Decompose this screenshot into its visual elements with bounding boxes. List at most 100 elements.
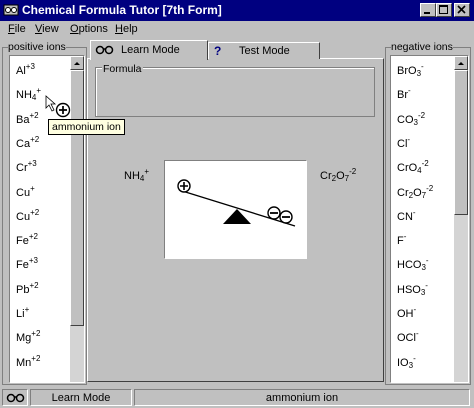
ion-list-item[interactable]: Cu+ bbox=[16, 184, 35, 199]
ion-base: HCO bbox=[397, 259, 422, 272]
minus-charge-icon bbox=[267, 206, 281, 220]
ion-charge: +3 bbox=[25, 62, 35, 71]
maximize-button[interactable] bbox=[436, 3, 452, 17]
menu-options[interactable]: Options bbox=[70, 23, 108, 35]
ion-list-item[interactable]: HCO3- bbox=[397, 256, 429, 272]
ion-charge: +2 bbox=[29, 280, 39, 290]
ion-base: NH bbox=[16, 89, 32, 102]
negative-ions-label: negative ions bbox=[391, 41, 453, 53]
arrow-up-icon bbox=[458, 62, 464, 65]
status-mode-icon-panel bbox=[2, 389, 28, 406]
charge-balance-diagram bbox=[164, 160, 307, 259]
glasses-icon bbox=[95, 45, 114, 55]
ion-charge: - bbox=[421, 62, 424, 71]
close-button[interactable] bbox=[454, 3, 470, 17]
ion-list-item[interactable]: Pb+2 bbox=[16, 281, 39, 296]
menu-help-label: elp bbox=[122, 23, 138, 35]
ion-list-item[interactable]: Mn+2 bbox=[16, 354, 40, 369]
ion-list-item[interactable]: Fe+3 bbox=[16, 256, 38, 271]
plus-charge-icon bbox=[177, 179, 191, 193]
question-icon: ? bbox=[214, 44, 222, 58]
menu-help[interactable]: Help bbox=[115, 23, 138, 35]
positive-ions-label: positive ions bbox=[8, 41, 66, 53]
ion-list-item[interactable]: OH- bbox=[397, 305, 416, 320]
ion-base: Cr bbox=[16, 162, 28, 175]
status-mode-text: Learn Mode bbox=[51, 392, 111, 404]
ion-charge: +2 bbox=[31, 353, 41, 363]
glasses-icon bbox=[6, 393, 25, 403]
negative-ions-scrollbar[interactable] bbox=[454, 56, 468, 382]
ion-list-item[interactable]: CrO4-2 bbox=[397, 159, 429, 175]
ion-base: CrO bbox=[397, 162, 418, 175]
ion-base: Mn bbox=[16, 356, 32, 369]
ion-charge: - bbox=[425, 256, 429, 266]
ion-base: OH bbox=[397, 308, 414, 320]
selected-cation: NH4+ bbox=[124, 167, 149, 183]
ion-list-item[interactable]: Br- bbox=[397, 86, 411, 101]
ion-base: IO bbox=[397, 356, 409, 369]
cation-charge: + bbox=[144, 167, 150, 176]
ion-base: Fe bbox=[16, 259, 29, 272]
negative-ions-list[interactable]: BrO3- Br- CO3-2 Cl- CrO4-2 Cr2O7-2 CN- F- HCO3- H… bbox=[390, 55, 469, 383]
app-icon[interactable] bbox=[3, 2, 19, 18]
tab-learn-mode-label: Learn Mode bbox=[121, 44, 180, 56]
ion-list-item[interactable]: Cr2O7-2 bbox=[397, 184, 433, 200]
ion-list-item[interactable]: CO3-2 bbox=[397, 111, 425, 127]
ion-list-item[interactable]: NH4+ bbox=[16, 86, 41, 102]
anion-mid: O bbox=[336, 170, 345, 182]
ion-list-item[interactable]: HSO3- bbox=[397, 281, 428, 297]
ion-base: Fe bbox=[16, 235, 29, 248]
ion-list-item[interactable]: Cr+3 bbox=[16, 159, 37, 174]
scroll-thumb[interactable] bbox=[454, 70, 468, 215]
selected-anion: Cr2O7-2 bbox=[320, 167, 356, 183]
ion-charge: +3 bbox=[28, 256, 38, 266]
ion-list-item[interactable]: Fe+2 bbox=[16, 232, 38, 247]
ion-base: OCl bbox=[397, 332, 416, 345]
ion-base: Br bbox=[397, 89, 408, 102]
menu-view-label: iew bbox=[42, 23, 59, 35]
arrow-up-icon bbox=[74, 62, 80, 65]
menu-file-label: ile bbox=[14, 23, 26, 35]
ion-base: BrO bbox=[397, 65, 417, 77]
ion-list-item[interactable]: Ba+2 bbox=[16, 111, 39, 126]
ion-list-item[interactable]: BrO3- bbox=[397, 62, 424, 78]
ion-list-item[interactable]: Al+3 bbox=[16, 62, 35, 77]
scroll-up-button[interactable] bbox=[70, 56, 84, 70]
ion-list-item[interactable]: OCl- bbox=[397, 329, 419, 344]
minimize-button[interactable] bbox=[420, 3, 436, 17]
ion-base: CO bbox=[397, 113, 414, 126]
cation-base: NH bbox=[124, 170, 140, 182]
ion-base: Ba bbox=[16, 113, 30, 126]
ion-list-item[interactable]: Ca+2 bbox=[16, 135, 39, 150]
menu-view[interactable]: View bbox=[35, 23, 59, 35]
ion-list-item[interactable]: Li+ bbox=[16, 305, 29, 320]
ion-charge: -2 bbox=[426, 183, 434, 193]
ion-charge: - bbox=[412, 207, 416, 217]
window-title: Chemical Formula Tutor [7th Form] bbox=[22, 3, 222, 17]
menu-help-accel: H bbox=[115, 23, 123, 35]
ion-charge: +3 bbox=[27, 159, 37, 169]
ion-list-item[interactable]: CN- bbox=[397, 208, 416, 223]
ion-base: Mg bbox=[16, 332, 32, 345]
ion-charge: + bbox=[36, 86, 42, 96]
ion-mid: O bbox=[413, 186, 422, 199]
ion-list-item[interactable]: IO3- bbox=[397, 354, 416, 370]
formula-label: Formula bbox=[102, 63, 143, 75]
ion-list-item[interactable]: Cu+2 bbox=[16, 208, 39, 223]
scroll-up-button[interactable] bbox=[454, 56, 468, 70]
ion-charge: +2 bbox=[30, 134, 40, 144]
ion-list-item[interactable]: Mg+2 bbox=[16, 329, 40, 344]
tab-test-mode[interactable]: ? Test Mode bbox=[208, 42, 320, 59]
tab-learn-mode[interactable]: Learn Mode bbox=[90, 40, 208, 60]
ion-charge: + bbox=[30, 183, 35, 193]
menu-file[interactable]: File bbox=[8, 23, 26, 35]
ion-list-item[interactable]: Cl- bbox=[397, 135, 410, 150]
status-bar: Learn Mode ammonium ion bbox=[0, 387, 474, 408]
ion-charge: +2 bbox=[28, 232, 38, 242]
seesaw-illustration bbox=[177, 179, 296, 227]
anion-charge: -2 bbox=[349, 167, 357, 176]
ion-base: Cr bbox=[397, 186, 409, 199]
title-bar[interactable]: Chemical Formula Tutor [7th Form] bbox=[0, 0, 474, 21]
ion-list-item[interactable]: F- bbox=[397, 232, 406, 247]
ion-base: Cl bbox=[397, 137, 408, 150]
